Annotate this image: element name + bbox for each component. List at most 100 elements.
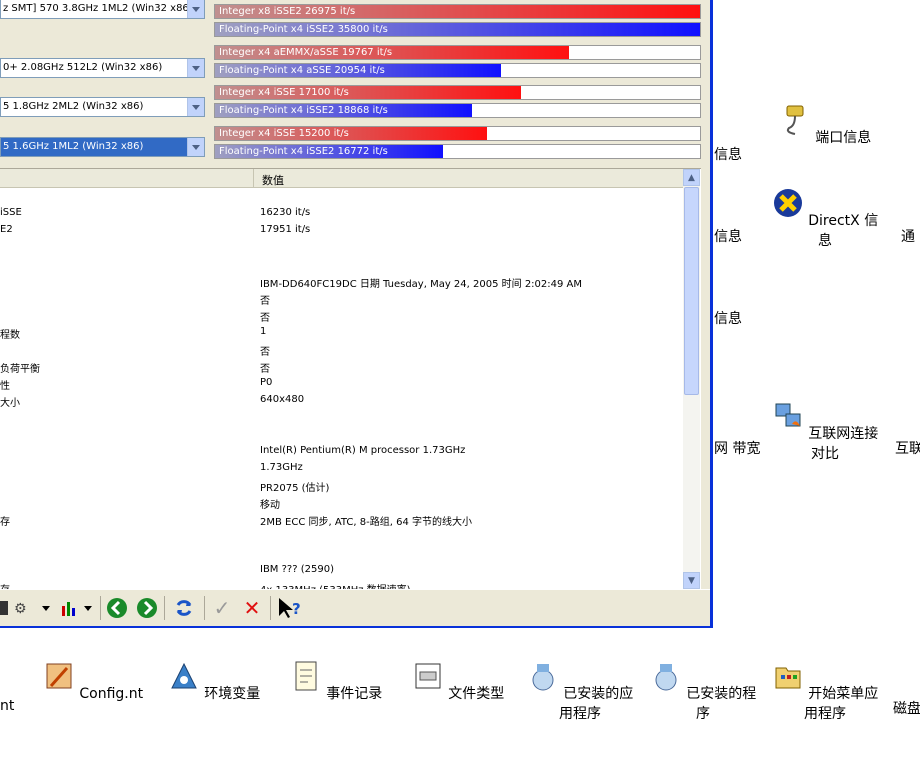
row-field: 性 (0, 381, 10, 392)
svg-text:⚙: ⚙ (14, 601, 27, 617)
chevron-down-icon[interactable] (187, 0, 204, 18)
row-value: 1.73GHz (260, 462, 303, 473)
row-value: 移动 (260, 500, 280, 511)
list-row[interactable] (0, 256, 683, 273)
row-value: 否 (260, 296, 270, 307)
event-log-label: 事件记录 (326, 686, 383, 702)
row-value: IBM ??? (2590) (260, 564, 334, 575)
scroll-up-icon[interactable]: ▲ (683, 169, 700, 186)
chevron-down-icon[interactable] (187, 138, 204, 156)
toolbar-separator (270, 596, 271, 620)
bar-label: Floating-Point x4 iSSE2 16772 it/s (219, 146, 388, 157)
list-row[interactable] (0, 426, 683, 443)
config-nt-label: Config.nt (79, 686, 144, 702)
help-pointer-icon[interactable]: ? (276, 596, 304, 620)
bench-bar: Floating-Point x4 iSSE2 16772 it/s (214, 144, 701, 159)
desktop-icon-label[interactable]: nt (0, 698, 14, 714)
bar-label: Floating-Point x4 iSSE2 35800 it/s (219, 24, 388, 35)
save-icon[interactable] (0, 596, 10, 620)
row-value: 17951 it/s (260, 224, 311, 235)
list-row[interactable]: 否 (0, 341, 683, 358)
check-icon[interactable]: ✓ (210, 596, 234, 620)
bench-bar: Floating-Point x4 iSSE2 35800 it/s (214, 22, 701, 37)
desktop-icon-label[interactable]: 互联 (895, 438, 920, 458)
cpu-select-3[interactable]: 5 1.8GHz 2ML2 (Win32 x86) (0, 97, 205, 117)
list-row[interactable] (0, 409, 683, 426)
cpu-select-4[interactable]: 5 1.6GHz 1ML2 (Win32 x86) (0, 137, 205, 157)
desktop-icon-label[interactable]: 信息 (714, 144, 742, 164)
details-list[interactable]: 数值 iSSE 16230 it/s E2 17951 it/s IBM-DD640FC… (0, 168, 701, 596)
tools-dropdown-icon[interactable]: ⚙ (14, 596, 52, 620)
desktop-icon-label[interactable]: 磁盘 (893, 698, 920, 718)
list-row[interactable]: IBM ??? (2590) (0, 562, 683, 579)
list-row[interactable]: 程数 1 (0, 324, 683, 341)
vertical-scrollbar[interactable]: ▲ ▼ (683, 169, 700, 589)
row-value: PR2075 (估计) (260, 483, 330, 494)
forward-arrow-icon[interactable] (134, 596, 160, 620)
env-vars-desktop-icon[interactable]: 环境变量 (154, 660, 274, 703)
bench-bar: Integer x4 iSSE 15200 it/s (214, 126, 701, 141)
start-menu-apps-label: 开始菜单应用程序 (804, 686, 879, 722)
value-column-header[interactable]: 数值 (262, 172, 284, 188)
bench-bar: Floating-Point x4 aSSE 20954 it/s (214, 63, 701, 78)
cpu-select-2[interactable]: 0+ 2.08GHz 512L2 (Win32 x86) (0, 58, 205, 78)
close-icon[interactable]: ✕ (240, 596, 264, 620)
installed-apps-desktop-icon[interactable]: 已安装的应用程序 (520, 660, 640, 723)
event-log-desktop-icon[interactable]: 事件记录 (276, 660, 396, 703)
bench-bar: Integer x4 iSSE 17100 it/s (214, 85, 701, 100)
list-row[interactable]: Intel(R) Pentium(R) M processor 1.73GHz (0, 443, 683, 460)
list-row[interactable]: 存 2MB ECC 同步, ATC, 8-路组, 64 字节的线大小 (0, 511, 683, 528)
list-row[interactable] (0, 545, 683, 562)
bench-bar: Floating-Point x4 iSSE2 18868 it/s (214, 103, 701, 118)
field-column-header[interactable] (0, 169, 254, 187)
bar-label: Integer x4 iSSE 17100 it/s (219, 87, 349, 98)
desktop-icon-label[interactable]: 信息 (714, 226, 742, 246)
list-row[interactable]: PR2075 (估计) (0, 477, 683, 494)
list-row[interactable]: E2 17951 it/s (0, 222, 683, 239)
list-row[interactable]: 负荷平衡 否 (0, 358, 683, 375)
installed-programs-desktop-icon[interactable]: 已安装的程序 (643, 660, 763, 723)
desktop-icon-label[interactable]: 通 (901, 226, 915, 246)
list-row[interactable] (0, 528, 683, 545)
list-row[interactable]: iSSE 16230 it/s (0, 205, 683, 222)
row-value: 否 (260, 347, 270, 358)
list-header: 数值 (0, 169, 683, 188)
desktop-icon-label[interactable]: 网 带宽 (714, 438, 760, 458)
internet-compare-desktop-icon[interactable]: 互联网连接对比 (765, 400, 885, 463)
list-row[interactable]: 1.73GHz (0, 460, 683, 477)
row-field: 负荷平衡 (0, 364, 40, 375)
list-row[interactable]: 移动 (0, 494, 683, 511)
desktop-icon-label[interactable]: 信息 (714, 308, 742, 328)
scroll-down-icon[interactable]: ▼ (683, 572, 700, 589)
directx-info-label: DirectX 信息 (808, 213, 879, 249)
port-info-desktop-icon[interactable]: 端口信息 (765, 104, 885, 147)
cpu-select-1[interactable]: z SMT] 570 3.8GHz 1ML2 (Win32 x86) (0, 0, 205, 19)
list-row[interactable]: 大小 640x480 (0, 392, 683, 409)
back-arrow-icon[interactable] (104, 596, 130, 620)
refresh-icon[interactable] (170, 596, 198, 620)
list-row[interactable]: 否 (0, 307, 683, 324)
list-row[interactable] (0, 239, 683, 256)
file-types-desktop-icon[interactable]: 文件类型 (398, 660, 518, 703)
start-menu-apps-desktop-icon[interactable]: 开始菜单应用程序 (765, 660, 885, 723)
cpu-label: z SMT] 570 3.8GHz 1ML2 (Win32 x86) (3, 3, 193, 14)
bench-bar: Integer x4 aEMMX/aSSE 19767 it/s (214, 45, 701, 60)
chevron-down-icon[interactable] (187, 59, 204, 77)
list-row[interactable] (0, 188, 683, 205)
chevron-down-icon[interactable] (187, 98, 204, 116)
config-nt-desktop-icon[interactable]: Config.nt (33, 660, 153, 702)
list-row[interactable]: 性 P0 (0, 375, 683, 392)
row-value: 2MB ECC 同步, ATC, 8-路组, 64 字节的线大小 (260, 517, 473, 528)
bar-label: Floating-Point x4 aSSE 20954 it/s (219, 65, 385, 76)
list-row[interactable]: 否 (0, 290, 683, 307)
chart-dropdown-icon[interactable] (60, 596, 96, 620)
scroll-thumb[interactable] (684, 187, 699, 395)
directx-info-desktop-icon[interactable]: DirectX 信息 (765, 187, 885, 250)
row-value: IBM-DD640FC19DC 日期 Tuesday, May 24, 2005… (260, 279, 583, 290)
row-value: Intel(R) Pentium(R) M processor 1.73GHz (260, 445, 466, 456)
list-row[interactable]: IBM-DD640FC19DC 日期 Tuesday, May 24, 2005… (0, 273, 683, 290)
bar-label: Integer x8 iSSE2 26975 it/s (219, 6, 356, 17)
row-value: P0 (260, 377, 273, 388)
svg-text:?: ? (292, 600, 301, 618)
row-value: 否 (260, 364, 270, 375)
